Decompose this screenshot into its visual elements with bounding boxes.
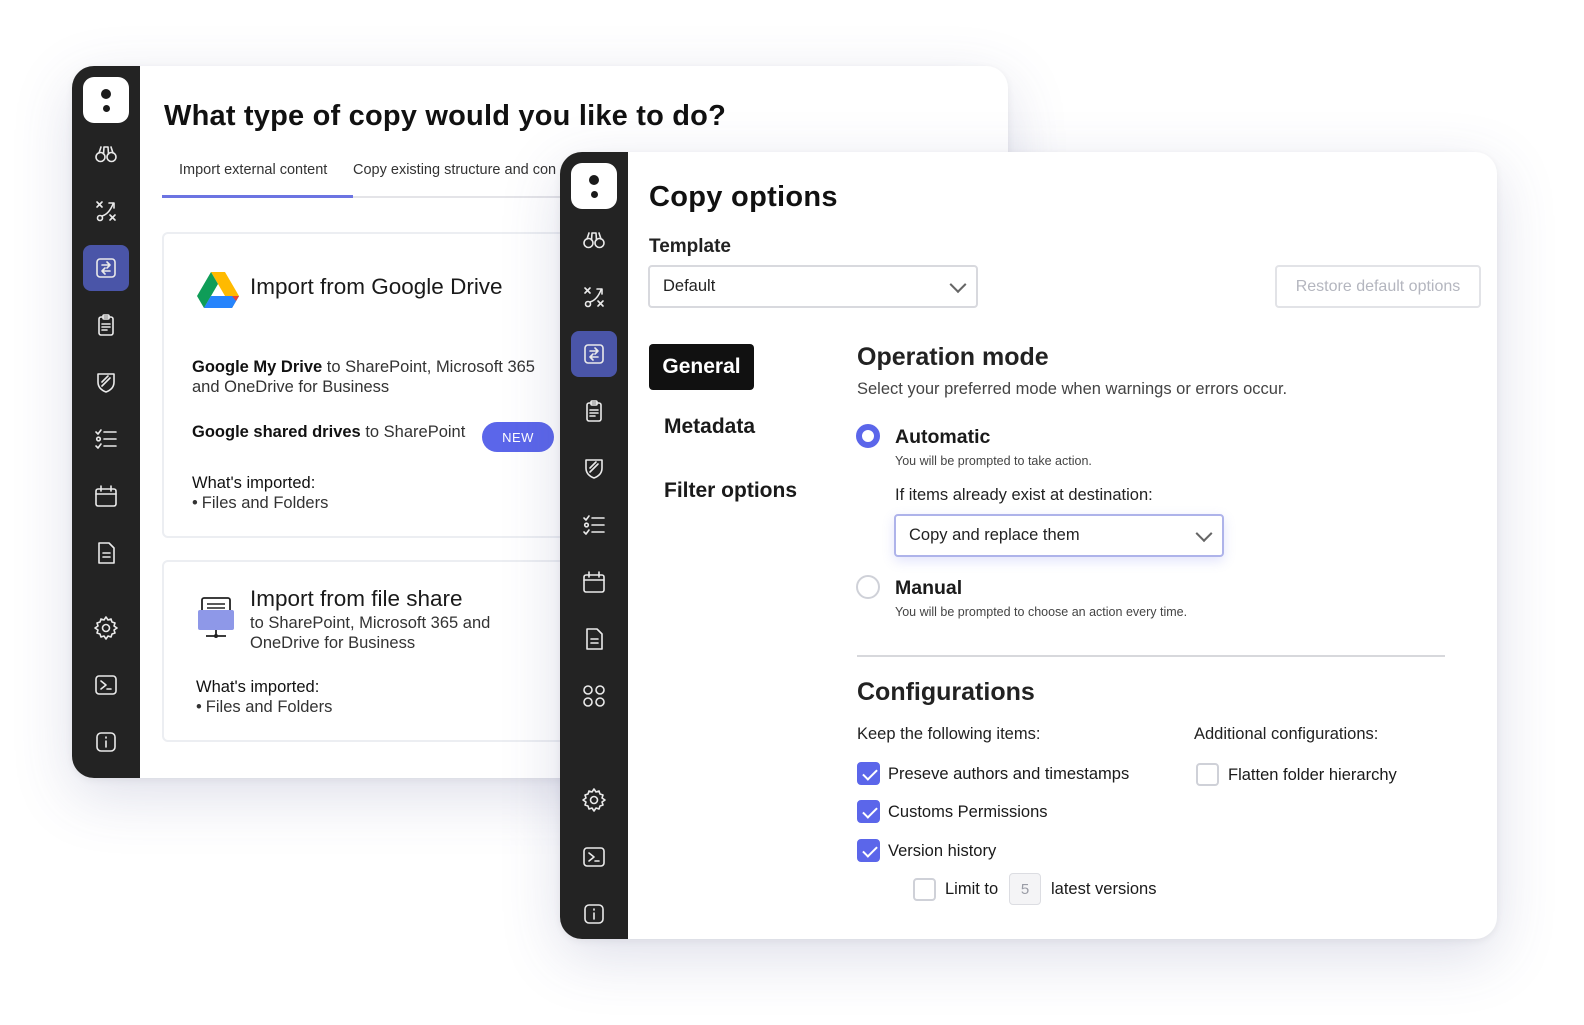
nav-rail — [560, 152, 628, 939]
file-share-icon — [198, 597, 234, 638]
operation-mode-title: Operation mode — [857, 343, 1049, 371]
app-logo[interactable] — [83, 77, 129, 123]
nav-general[interactable]: General — [649, 344, 754, 390]
nav-filter-options[interactable]: Filter options — [664, 479, 797, 503]
imported-item: Files and Folders — [196, 697, 333, 717]
limit-versions-input[interactable]: 5 — [1009, 873, 1041, 905]
tab-import-external[interactable]: Import external content — [179, 162, 327, 178]
nav-metadata[interactable]: Metadata — [664, 415, 755, 439]
preserve-authors-checkbox[interactable] — [857, 762, 880, 785]
automatic-radio[interactable] — [856, 424, 880, 448]
imported-item: Files and Folders — [192, 493, 329, 513]
manual-radio[interactable] — [856, 575, 880, 599]
strategy-icon[interactable] — [571, 274, 617, 320]
clipboard-icon[interactable] — [571, 388, 617, 434]
my-drive-description: Google My Drive to SharePoint, Microsoft… — [192, 358, 535, 396]
template-select[interactable]: Default — [648, 265, 978, 308]
active-tab-indicator — [162, 195, 353, 198]
gear-icon[interactable] — [571, 777, 617, 823]
google-drive-icon — [197, 272, 239, 308]
powershell-icon[interactable] — [571, 834, 617, 880]
manual-help: You will be prompted to choose an action… — [895, 605, 1188, 619]
exists-action-value: Copy and replace them — [909, 526, 1080, 544]
nav-rail — [72, 66, 140, 778]
chevron-down-icon — [949, 275, 967, 293]
powershell-icon[interactable] — [83, 662, 129, 708]
gear-icon[interactable] — [83, 605, 129, 651]
manual-label: Manual — [895, 577, 963, 599]
custom-permissions-checkbox[interactable] — [857, 800, 880, 823]
restore-defaults-button[interactable]: Restore default options — [1275, 265, 1481, 308]
imported-label: What's imported: — [192, 474, 316, 492]
app-logo[interactable] — [571, 163, 617, 209]
custom-permissions-label: Customs Permissions — [888, 803, 1048, 821]
card-title: Import from Google Drive — [250, 274, 503, 299]
info-icon[interactable] — [571, 891, 617, 937]
binoculars-icon[interactable] — [571, 217, 617, 263]
google-drive-card[interactable]: Import from Google Drive Google My Drive… — [162, 232, 582, 538]
file-share-subtitle-2: OneDrive for Business — [250, 634, 416, 652]
binoculars-icon[interactable] — [83, 131, 129, 177]
shield-icon[interactable] — [83, 359, 129, 405]
exists-action-select[interactable]: Copy and replace them — [894, 514, 1224, 557]
chevron-down-icon — [1195, 524, 1213, 542]
copy-options-window: Copy options Template Default Restore de… — [560, 152, 1497, 939]
tab-copy-existing[interactable]: Copy existing structure and con — [353, 162, 556, 178]
document-icon[interactable] — [571, 616, 617, 662]
info-icon[interactable] — [83, 719, 129, 765]
flatten-hierarchy-label: Flatten folder hierarchy — [1228, 766, 1397, 784]
copy-transfer-icon[interactable] — [571, 331, 617, 377]
automatic-label: Automatic — [895, 426, 991, 448]
preserve-authors-label: Preseve authors and timestamps — [888, 765, 1130, 783]
template-label: Template — [649, 236, 732, 257]
shared-drives-description: Google shared drives to SharePoint — [192, 423, 466, 441]
limit-label: Limit to — [945, 880, 999, 898]
dialog-title: Copy options — [649, 181, 838, 213]
additional-config-label: Additional configurations: — [1194, 725, 1379, 743]
apps-grid-icon[interactable] — [571, 673, 617, 719]
flatten-hierarchy-checkbox[interactable] — [1196, 763, 1219, 786]
operation-mode-subtitle: Select your preferred mode when warnings… — [857, 380, 1288, 398]
configurations-title: Configurations — [857, 678, 1035, 706]
keep-items-label: Keep the following items: — [857, 725, 1041, 743]
limit-suffix: latest versions — [1051, 880, 1157, 898]
section-divider — [857, 655, 1445, 657]
template-select-value: Default — [663, 277, 716, 295]
checklist-icon[interactable] — [83, 416, 129, 462]
clipboard-icon[interactable] — [83, 302, 129, 348]
shield-icon[interactable] — [571, 445, 617, 491]
imported-label: What's imported: — [196, 678, 320, 696]
exists-label: If items already exist at destination: — [895, 486, 1153, 504]
copy-transfer-icon[interactable] — [83, 245, 129, 291]
new-badge: NEW — [482, 422, 554, 452]
checklist-icon[interactable] — [571, 502, 617, 548]
version-history-checkbox[interactable] — [857, 839, 880, 862]
calendar-icon[interactable] — [571, 559, 617, 605]
page-title: What type of copy would you like to do? — [164, 100, 727, 132]
document-icon[interactable] — [83, 530, 129, 576]
strategy-icon[interactable] — [83, 188, 129, 234]
card-title: Import from file share — [250, 586, 463, 611]
file-share-subtitle-1: to SharePoint, Microsoft 365 and — [250, 614, 491, 632]
calendar-icon[interactable] — [83, 473, 129, 519]
file-share-card[interactable]: Import from file share to SharePoint, Mi… — [162, 560, 582, 742]
automatic-help: You will be prompted to take action. — [895, 454, 1092, 468]
limit-versions-checkbox[interactable] — [913, 878, 936, 901]
version-history-label: Version history — [888, 842, 997, 860]
